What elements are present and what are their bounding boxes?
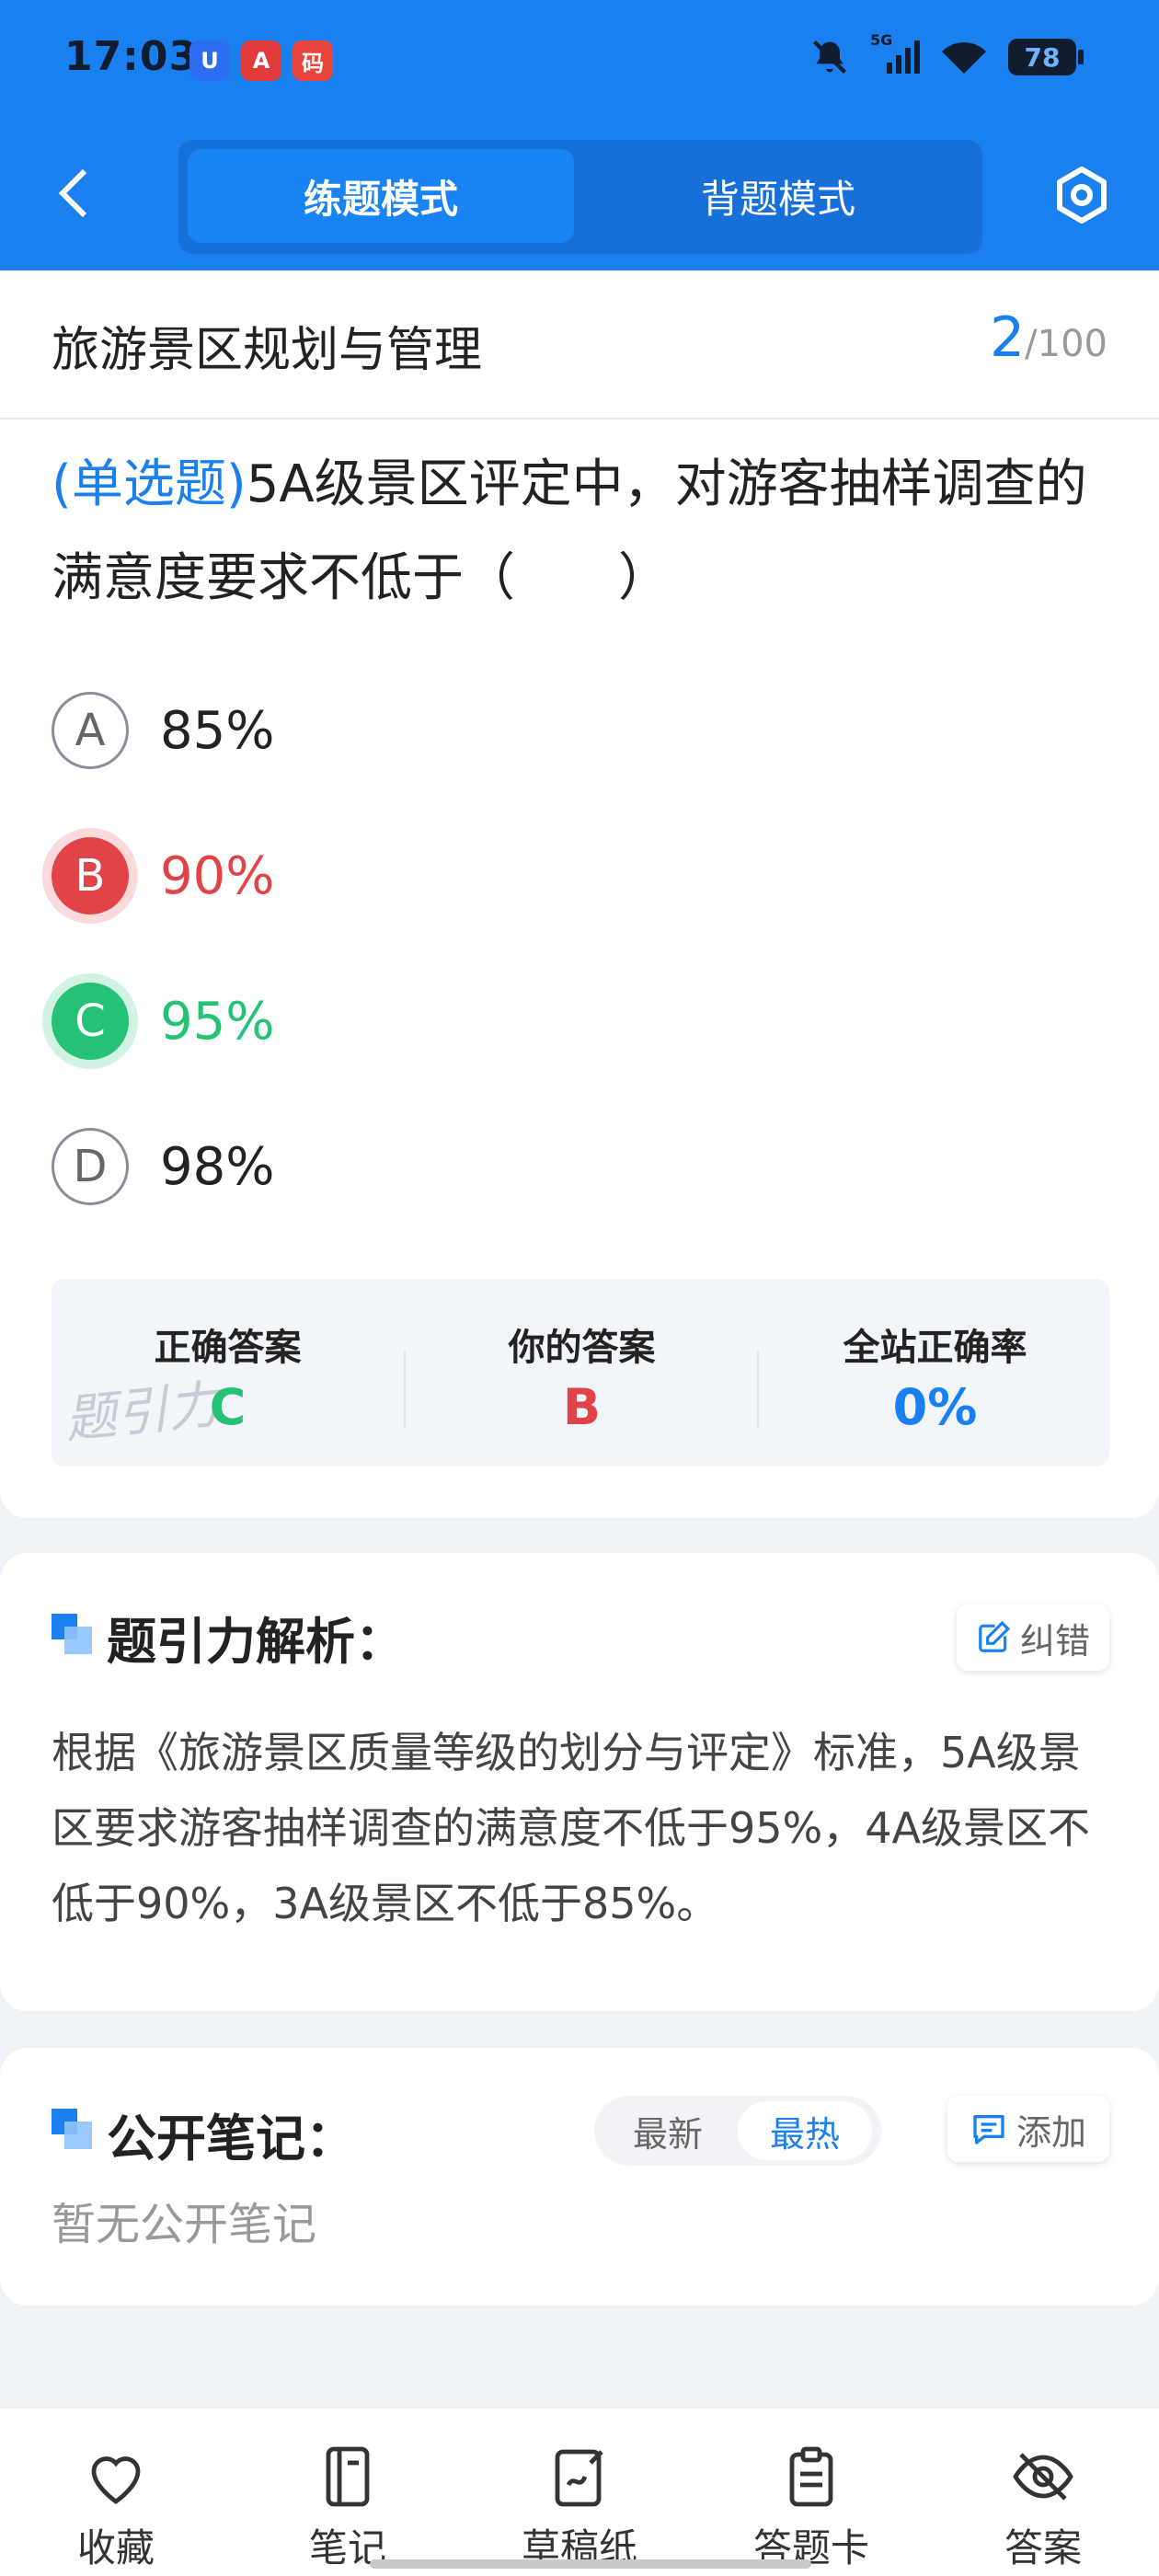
cell-signal-icon: 5G — [870, 31, 920, 77]
tab-newest[interactable]: 最新 — [603, 2101, 732, 2160]
your-answer-value: B — [562, 1378, 602, 1436]
nav-draft-paper[interactable]: 草稿纸 — [464, 2409, 695, 2576]
notes-sort-tabs: 最新 最热 — [594, 2096, 881, 2166]
tab-practice-mode[interactable]: 练题模式 — [188, 149, 574, 243]
subject-title: 旅游景区规划与管理 — [52, 323, 483, 378]
mode-switch: 练题模式 背题模式 — [178, 140, 982, 254]
option-text: 98% — [160, 1136, 275, 1197]
app-notification-icon: A — [241, 40, 281, 81]
correct-answer-label: 正确答案 — [154, 1327, 302, 1369]
notes-empty-text: 暂无公开笔记 — [52, 2199, 317, 2250]
question-progress: 2/100 — [990, 305, 1107, 370]
option-text: 85% — [160, 700, 275, 761]
nav-label: 收藏 — [76, 2525, 155, 2570]
option-letter: D — [52, 1128, 129, 1205]
option-letter: A — [52, 692, 129, 769]
option-text: 90% — [160, 845, 275, 906]
option-a[interactable]: A 85% — [52, 688, 274, 773]
nav-favorite[interactable]: 收藏 — [0, 2409, 232, 2576]
nav-answer-sheet[interactable]: 答题卡 — [695, 2409, 927, 2576]
status-icons: 5G 78 — [809, 31, 1084, 77]
option-c[interactable]: C 95% — [52, 979, 274, 1064]
edit-icon — [979, 1620, 1011, 1652]
nav-answer[interactable]: 答案 — [927, 2409, 1159, 2576]
correct-answer: 正确答案 C — [52, 1279, 404, 1466]
site-accuracy-label: 全站正确率 — [843, 1327, 1027, 1369]
status-time: 17:03 — [64, 33, 199, 80]
nav-notes[interactable]: 笔记 — [232, 2409, 464, 2576]
question-type: (单选题) — [52, 454, 247, 514]
report-error-button[interactable]: 纠错 — [957, 1604, 1109, 1671]
option-text: 95% — [160, 991, 275, 1052]
draft-paper-icon — [555, 2449, 603, 2507]
mute-bell-icon — [812, 40, 847, 75]
your-answer-label: 你的答案 — [508, 1327, 656, 1369]
public-notes-card: 公开笔记： 最新 最热 添加 暂无公开笔记 — [0, 2048, 1159, 2306]
site-accuracy-value: 0% — [892, 1378, 978, 1436]
question-card: (单选题)5A级景区评定中，对游客抽样调查的满意度要求不低于（ ） A 85% … — [0, 420, 1159, 1518]
network-type: 5G — [870, 31, 893, 49]
your-answer: 你的答案 B — [406, 1279, 758, 1466]
option-b[interactable]: B 90% — [52, 834, 274, 918]
notes-title: 公开笔记： — [107, 2110, 355, 2168]
total-questions: /100 — [1025, 323, 1107, 365]
report-error-label: 纠错 — [1019, 1620, 1090, 1662]
heart-icon — [91, 2456, 141, 2504]
tab-recite-mode[interactable]: 背题模式 — [583, 149, 973, 243]
correct-answer-value: C — [209, 1378, 247, 1436]
option-d[interactable]: D 98% — [52, 1124, 274, 1209]
section-icon — [52, 1614, 92, 1654]
bottom-toolbar: 收藏 笔记 草稿纸 答题卡 答案 — [0, 2409, 1159, 2576]
option-letter: C — [52, 983, 129, 1060]
nav-label: 答案 — [1004, 2525, 1082, 2570]
answer-summary: 题引力 正确答案 C 你的答案 B 全站正确率 0% — [52, 1279, 1109, 1466]
home-indicator[interactable] — [370, 2559, 811, 2569]
tab-hottest[interactable]: 最热 — [738, 2101, 872, 2160]
add-note-button[interactable]: 添加 — [947, 2096, 1109, 2162]
wifi-icon — [942, 42, 986, 74]
clipboard-icon — [789, 2446, 833, 2507]
analysis-text: 根据《旅游景区质量等级的划分与评定》标准，5A级景区要求游客抽样调查的满意度不低… — [52, 1728, 1090, 1928]
eye-off-icon — [1013, 2453, 1073, 2501]
app-notification-icon: U — [189, 40, 230, 81]
analysis-card: 题引力解析： 纠错 根据《旅游景区质量等级的划分与评定》标准，5A级景区要求游客… — [0, 1553, 1159, 2011]
section-icon — [52, 2109, 92, 2149]
analysis-title: 题引力解析： — [107, 1613, 405, 1671]
site-accuracy: 全站正确率 0% — [759, 1279, 1111, 1466]
question-stem: (单选题)5A级景区评定中，对游客抽样调查的满意度要求不低于（ ） — [52, 438, 1109, 626]
app-header: 17:03 U A 码 5G 78 练题模式 背题模式 — [0, 0, 1159, 270]
app-notification-icon: 码 — [293, 40, 333, 81]
settings-icon[interactable] — [1052, 166, 1111, 224]
back-chevron-icon[interactable] — [48, 166, 103, 221]
comment-icon — [973, 2115, 1004, 2145]
subject-bar: 旅游景区规划与管理 2/100 — [0, 270, 1159, 420]
add-note-label: 添加 — [1016, 2111, 1086, 2153]
current-question-number: 2 — [989, 305, 1026, 370]
battery-indicator: 78 — [1008, 39, 1084, 75]
notebook-icon — [326, 2446, 370, 2507]
option-letter: B — [52, 837, 129, 914]
